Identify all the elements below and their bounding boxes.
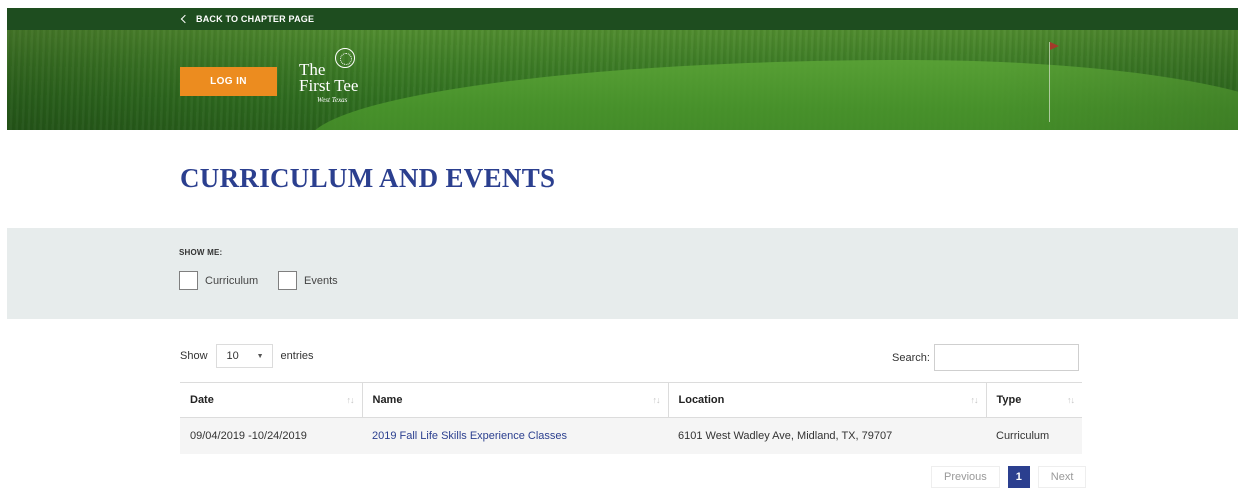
- curriculum-checkbox[interactable]: [179, 271, 198, 290]
- sort-icon: ↑↓: [346, 395, 355, 405]
- page-1-button[interactable]: 1: [1007, 466, 1030, 488]
- show-label: Show: [180, 350, 208, 362]
- entries-select-value: 10: [226, 350, 239, 362]
- search-label: Search:: [892, 351, 930, 364]
- sort-icon: ↑↓: [1067, 395, 1075, 405]
- chevron-left-icon: [180, 14, 190, 24]
- curriculum-label: Curriculum: [205, 274, 259, 287]
- dropdown-arrow-icon: ▼: [256, 352, 264, 360]
- flag-pole: [1049, 42, 1050, 122]
- events-label: Events: [304, 274, 338, 287]
- column-header-type[interactable]: Type ↑↓: [985, 382, 1082, 418]
- entries-label: entries: [280, 350, 314, 362]
- cell-name: 2019 Fall Life Skills Experience Classes: [362, 417, 668, 454]
- back-link-label: BACK TO CHAPTER PAGE: [196, 14, 315, 24]
- show-me-heading: SHOW ME:: [179, 248, 223, 257]
- cell-date: 09/04/2019 -10/24/2019: [180, 417, 362, 454]
- table-row: 09/04/2019 -10/24/2019 2019 Fall Life Sk…: [180, 417, 1082, 454]
- logo-text-line2: First Tee: [299, 76, 359, 95]
- next-page-button[interactable]: Next: [1037, 466, 1087, 488]
- filter-events[interactable]: Events: [278, 271, 338, 290]
- page-title: CURRICULUM AND EVENTS: [180, 163, 556, 193]
- column-header-name[interactable]: Name ↑↓: [361, 382, 668, 418]
- table-search: Search:: [892, 344, 1079, 371]
- table-header-row: Date ↑↓ Name ↑↓ Location ↑↓ Type ↑↓: [180, 382, 1082, 418]
- events-table: Date ↑↓ Name ↑↓ Location ↑↓ Type ↑↓ 09/0…: [180, 382, 1082, 454]
- search-input[interactable]: [933, 344, 1079, 371]
- column-header-date[interactable]: Date ↑↓: [180, 382, 362, 418]
- sort-icon: ↑↓: [652, 395, 661, 405]
- top-bar: BACK TO CHAPTER PAGE: [7, 8, 1238, 30]
- logo-chapter-name: West Texas: [317, 96, 348, 104]
- filter-curriculum[interactable]: Curriculum: [179, 271, 258, 290]
- hero-banner: LOG IN The First Tee West Texas: [7, 30, 1238, 130]
- event-name-link[interactable]: 2019 Fall Life Skills Experience Classes: [372, 430, 567, 442]
- events-checkbox[interactable]: [278, 271, 297, 290]
- entries-length-control: Show 10 ▼ entries: [180, 344, 314, 368]
- first-tee-logo[interactable]: The First Tee West Texas: [297, 48, 377, 108]
- golf-ball-seal-icon: [335, 48, 355, 68]
- back-to-chapter-link[interactable]: BACK TO CHAPTER PAGE: [180, 8, 314, 30]
- sort-icon: ↑↓: [970, 395, 979, 405]
- cell-location: 6101 West Wadley Ave, Midland, TX, 79707: [668, 417, 986, 454]
- pagination: Previous 1 Next: [931, 466, 1087, 488]
- previous-page-button[interactable]: Previous: [931, 466, 1000, 488]
- flag-icon: [1050, 42, 1059, 50]
- column-header-location[interactable]: Location ↑↓: [667, 382, 986, 418]
- cell-type: Curriculum: [986, 417, 1082, 454]
- filter-panel: SHOW ME: Curriculum Events: [7, 228, 1238, 319]
- entries-select[interactable]: 10 ▼: [215, 344, 273, 368]
- login-button[interactable]: LOG IN: [180, 67, 277, 96]
